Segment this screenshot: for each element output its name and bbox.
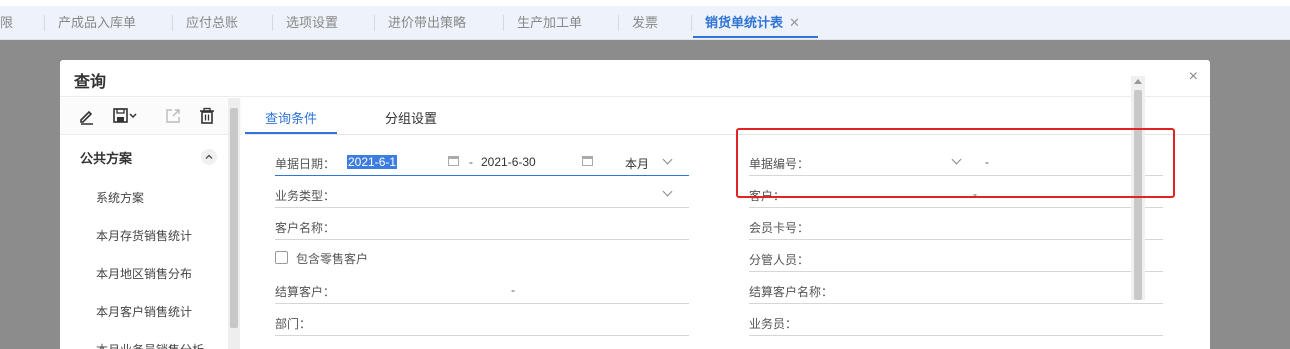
- tab-query-conditions[interactable]: 查询条件: [244, 108, 338, 134]
- export-icon[interactable]: [164, 107, 182, 125]
- chevron-down-icon[interactable]: [662, 186, 673, 197]
- tab-item[interactable]: 生产加工单: [503, 6, 582, 39]
- date-from-input[interactable]: 2021-6-1: [347, 155, 398, 169]
- business-type-field[interactable]: 业务类型：: [275, 182, 689, 208]
- department-label: 部门：: [275, 317, 312, 331]
- calendar-icon[interactable]: [448, 156, 459, 166]
- close-icon[interactable]: ✕: [789, 15, 800, 30]
- date-label: 单据日期：: [275, 157, 336, 171]
- scheme-item[interactable]: 本月存货销售统计: [96, 227, 192, 244]
- manager-label: 分管人员：: [749, 253, 810, 267]
- scrollbar-thumb[interactable]: [230, 108, 238, 328]
- close-icon[interactable]: ×: [1189, 68, 1198, 86]
- query-dialog: 查询 × 公共方案 系统方案 本月存货销售统计 本月地区销售分布 本月客户销售统…: [60, 60, 1210, 349]
- settle-customer-field[interactable]: 结算客户： -: [275, 278, 689, 304]
- date-range-field: 单据日期： 2021-6-1 - 2021-6-30 本月: [275, 150, 689, 176]
- scheme-item[interactable]: 本月地区销售分布: [96, 265, 192, 282]
- chevron-down-icon[interactable]: [662, 154, 673, 165]
- calendar-icon[interactable]: [582, 156, 593, 166]
- salesperson-label: 业务员：: [749, 317, 798, 331]
- settle-customer-name-label: 结算客户名称：: [749, 285, 834, 299]
- include-retail-checkbox[interactable]: [275, 251, 288, 264]
- edit-icon[interactable]: [78, 107, 96, 125]
- tab-item[interactable]: 发票: [618, 6, 658, 39]
- tab-bar: 限 产成品入库单 应付总账 选项设置 进价带出策略 生产加工单 发票 销货单统计…: [0, 0, 1290, 40]
- customer-name-field[interactable]: 客户名称：: [275, 214, 689, 240]
- tab-separator: [374, 15, 375, 31]
- tab-item[interactable]: 选项设置: [272, 6, 338, 39]
- tab-group-settings[interactable]: 分组设置: [385, 108, 437, 127]
- tab-item[interactable]: 产成品入库单: [44, 6, 136, 39]
- chevron-up-icon[interactable]: [201, 149, 217, 165]
- dialog-header: 查询 ×: [60, 60, 1210, 97]
- tab-separator: [503, 15, 504, 31]
- dialog-title: 查询: [74, 74, 107, 91]
- delete-icon[interactable]: [198, 107, 216, 125]
- scroll-up-icon[interactable]: [1134, 79, 1142, 84]
- save-icon[interactable]: [112, 107, 138, 125]
- tab-item[interactable]: 限: [0, 6, 13, 39]
- date-to-input[interactable]: 2021-6-30: [481, 155, 536, 169]
- date-separator: -: [469, 155, 473, 169]
- include-retail-label: 包含零售客户: [296, 252, 369, 266]
- highlight-box: [736, 128, 1175, 198]
- tab-separator: [172, 15, 173, 31]
- tab-item[interactable]: 进价带出策略: [374, 6, 466, 39]
- range-separator: -: [511, 283, 515, 297]
- tab-item-active[interactable]: 销货单统计表 ✕: [691, 6, 818, 39]
- scheme-panel: 公共方案 系统方案 本月存货销售统计 本月地区销售分布 本月客户销售统计 本月业…: [60, 98, 242, 349]
- tab-item[interactable]: 应付总账: [172, 6, 238, 39]
- settle-customer-label: 结算客户：: [275, 285, 336, 299]
- salesperson-field[interactable]: 业务员：: [749, 310, 1163, 336]
- department-field[interactable]: 部门：: [275, 310, 689, 336]
- scheme-scrollbar[interactable]: [228, 98, 240, 349]
- tab-separator: [618, 15, 619, 31]
- scheme-toolbar: [60, 98, 242, 135]
- member-card-field[interactable]: 会员卡号：: [749, 214, 1163, 240]
- scheme-item[interactable]: 本月业务员销售分析: [96, 341, 204, 349]
- business-type-label: 业务类型：: [275, 189, 336, 203]
- customer-name-label: 客户名称：: [275, 221, 336, 235]
- settle-customer-name-field[interactable]: 结算客户名称：: [749, 278, 1163, 304]
- tab-separator: [44, 15, 45, 31]
- scheme-item[interactable]: 系统方案: [96, 189, 144, 206]
- scheme-item[interactable]: 本月客户销售统计: [96, 303, 192, 320]
- period-select[interactable]: 本月: [625, 155, 649, 172]
- member-card-label: 会员卡号：: [749, 221, 810, 235]
- manager-field[interactable]: 分管人员：: [749, 246, 1163, 272]
- tab-separator: [272, 15, 273, 31]
- tab-separator: [691, 15, 692, 31]
- scheme-group-title: 公共方案: [80, 151, 133, 166]
